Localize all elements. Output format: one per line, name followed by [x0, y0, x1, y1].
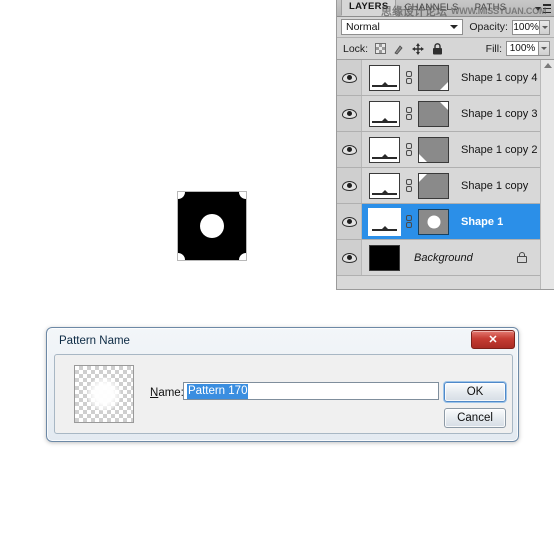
table-row[interactable]: Background — [337, 240, 554, 276]
layer-visibility-toggle[interactable] — [337, 240, 362, 275]
fill-stepper[interactable] — [539, 41, 550, 56]
lock-label: Lock: — [343, 42, 369, 55]
lock-position-icon[interactable] — [412, 42, 425, 55]
fill-label: Fill: — [485, 42, 502, 55]
blend-mode-value: Normal — [346, 21, 380, 33]
lock-icon-group — [374, 42, 443, 55]
link-icon[interactable] — [405, 178, 413, 194]
opacity-label: Opacity: — [469, 21, 508, 33]
lock-icon — [517, 252, 527, 263]
panel-tab-strip: LAYERS CHANNELS PATHS — [337, 0, 554, 17]
eye-icon — [341, 180, 357, 191]
layer-visibility-toggle[interactable] — [337, 60, 362, 95]
eye-icon — [341, 252, 357, 263]
layer-visibility-toggle[interactable] — [337, 168, 362, 203]
layer-thumbnail[interactable] — [368, 207, 401, 236]
layers-scrollbar[interactable] — [540, 60, 554, 289]
link-icon[interactable] — [405, 142, 413, 158]
pattern-name-value: Pattern 170 — [187, 383, 249, 399]
layer-thumbnail[interactable] — [369, 64, 400, 91]
canvas-artwork — [178, 192, 246, 260]
layer-thumbnail[interactable] — [369, 172, 400, 199]
layers-panel: LAYERS CHANNELS PATHS Normal Opacity: 10… — [336, 0, 554, 290]
layer-visibility-toggle[interactable] — [337, 96, 362, 131]
scroll-up-arrow-icon[interactable] — [543, 63, 552, 68]
cancel-button[interactable]: Cancel — [444, 408, 506, 428]
layer-name: Shape 1 copy 2 — [461, 143, 538, 156]
name-label: Name: — [150, 387, 184, 399]
blend-mode-select[interactable]: Normal — [341, 19, 464, 35]
lock-row: Lock: Fill: 100% — [337, 38, 554, 60]
pattern-preview-thumbnail — [74, 365, 134, 423]
chevron-down-icon — [450, 25, 459, 29]
table-row[interactable]: Shape 1 copy — [337, 168, 554, 204]
layer-thumbnail[interactable] — [369, 244, 400, 271]
layer-visibility-toggle[interactable] — [337, 132, 362, 167]
eye-icon — [341, 216, 357, 227]
lock-image-icon[interactable] — [393, 43, 405, 55]
layer-thumbnail[interactable] — [369, 136, 400, 163]
link-icon[interactable] — [405, 106, 413, 122]
link-icon[interactable] — [405, 214, 413, 230]
layer-name: Background — [414, 251, 473, 264]
lock-all-icon[interactable] — [431, 42, 443, 55]
name-label-rest: ame: — [158, 387, 184, 399]
artwork-corner-cut — [178, 253, 185, 260]
layer-thumbnails — [362, 244, 400, 271]
opacity-input[interactable]: 100% — [511, 19, 541, 35]
layer-thumbnails — [362, 172, 449, 199]
dialog-body: Name: Pattern 170 OK Cancel — [54, 354, 513, 434]
vector-mask-thumbnail[interactable] — [418, 136, 449, 163]
layer-list[interactable]: Shape 1 copy 4 Shape 1 copy 3 Shape 1 co… — [337, 60, 554, 289]
layer-thumbnail[interactable] — [369, 100, 400, 127]
vector-mask-thumbnail[interactable] — [418, 172, 449, 199]
table-row[interactable]: Shape 1 copy 4 — [337, 60, 554, 96]
layer-thumbnails — [362, 136, 449, 163]
eye-icon — [341, 72, 357, 83]
artwork-corner-cut — [239, 253, 246, 260]
stepper-triangle-icon — [541, 25, 548, 29]
artwork-corner-cut — [178, 192, 185, 199]
stepper-triangle-icon — [541, 47, 547, 50]
eye-icon — [341, 144, 357, 155]
eye-icon — [341, 108, 357, 119]
link-icon[interactable] — [405, 70, 413, 86]
blend-mode-row: Normal Opacity: 100% — [337, 17, 554, 38]
table-row[interactable]: Shape 1 copy 2 — [337, 132, 554, 168]
artwork-corner-cut — [239, 192, 246, 199]
artwork-center-dot — [200, 214, 224, 238]
vector-mask-thumbnail[interactable] — [418, 208, 449, 235]
vector-mask-thumbnail[interactable] — [418, 100, 449, 127]
opacity-stepper[interactable] — [540, 19, 550, 35]
layer-name: Shape 1 copy — [461, 179, 529, 192]
panel-menu-bars-icon — [543, 4, 551, 13]
fill-input[interactable]: 100% — [506, 41, 539, 56]
vector-mask-thumbnail[interactable] — [418, 64, 449, 91]
table-row[interactable]: Shape 1 copy 3 — [337, 96, 554, 132]
layer-thumbnails — [362, 100, 449, 127]
pattern-preview-blob — [87, 377, 121, 411]
layer-thumbnails — [362, 207, 449, 236]
panel-menu-icon[interactable] — [535, 2, 551, 15]
tab-layers[interactable]: LAYERS — [341, 0, 397, 16]
pattern-name-dialog: Pattern Name ✕ Name: Pattern 170 OK Canc… — [46, 327, 519, 442]
tab-paths[interactable]: PATHS — [467, 0, 515, 16]
lock-transparency-icon[interactable] — [374, 43, 386, 55]
panel-menu-triangle-icon — [535, 6, 541, 11]
ok-button[interactable]: OK — [444, 382, 506, 402]
pattern-name-input[interactable]: Pattern 170 — [183, 382, 439, 400]
close-icon[interactable]: ✕ — [471, 330, 515, 349]
layer-thumbnails — [362, 64, 449, 91]
layer-visibility-toggle[interactable] — [337, 204, 362, 239]
layer-name: Shape 1 copy 3 — [461, 107, 538, 120]
table-row-selected[interactable]: Shape 1 — [337, 204, 554, 240]
dialog-title: Pattern Name — [59, 335, 130, 347]
tab-channels[interactable]: CHANNELS — [396, 0, 466, 16]
layer-name: Shape 1 — [461, 215, 504, 228]
layer-name: Shape 1 copy 4 — [461, 71, 538, 84]
